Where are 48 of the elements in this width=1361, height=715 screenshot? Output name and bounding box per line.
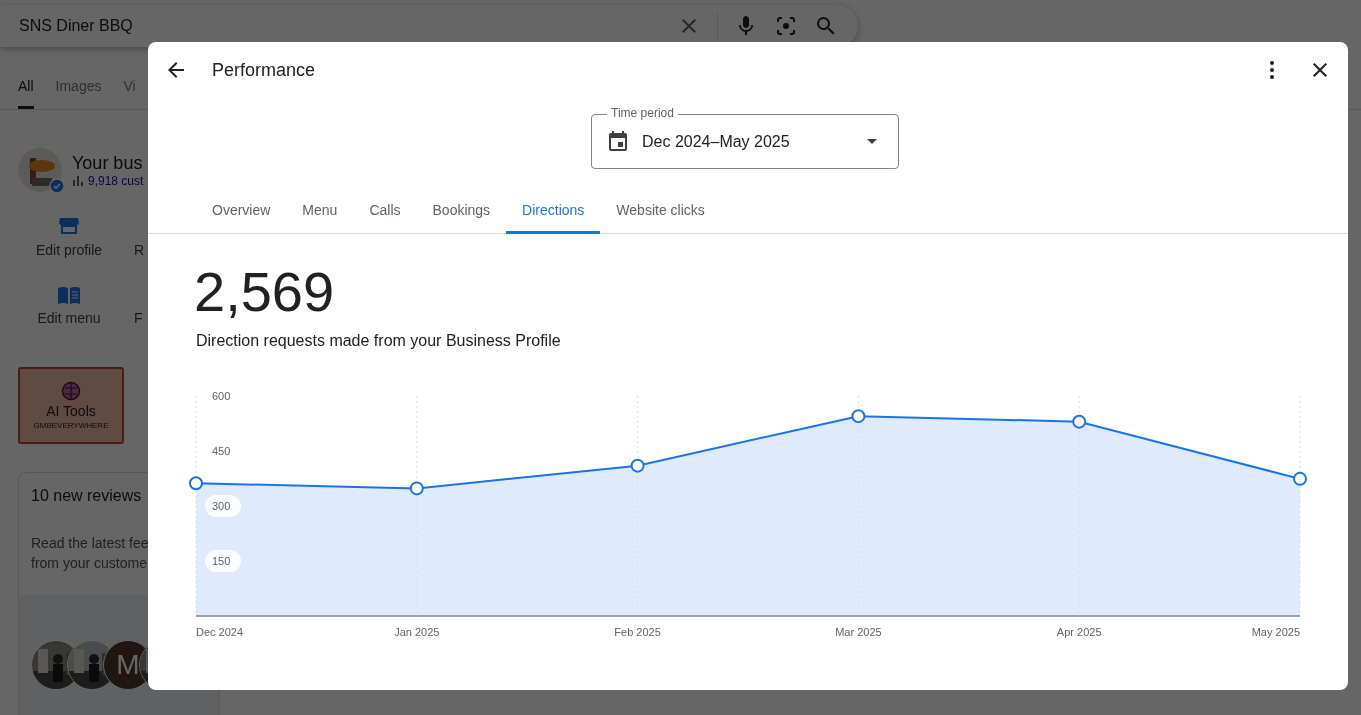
axis-label: Mar 2025	[835, 626, 882, 638]
card-text: Read the latest fee	[31, 534, 149, 553]
ai-tools-button[interactable]: AI Tools GMBEVERYWHERE	[18, 367, 124, 444]
axis-label: Dec 2024	[196, 626, 244, 638]
data-point	[1072, 414, 1087, 429]
action-button[interactable]: R	[134, 242, 145, 258]
tab[interactable]: Bookings	[416, 186, 507, 234]
card-title: 10 new reviews	[31, 487, 142, 505]
data-point	[1293, 471, 1307, 486]
axis-label: Jan 2025	[394, 626, 440, 638]
action-button[interactable]: Edit profile	[18, 216, 120, 258]
action-button[interactable]: F	[134, 310, 143, 326]
tick-label: 450	[212, 445, 231, 457]
axis-label: Feb 2025	[614, 626, 661, 638]
business-title: Your bus	[72, 152, 144, 174]
search-tab[interactable]: Vi	[123, 78, 136, 109]
search-tab[interactable]: Images	[55, 78, 102, 109]
book-icon	[57, 286, 81, 304]
camera-icon[interactable]	[774, 14, 798, 38]
dialog-title: Performance	[212, 59, 317, 81]
tick-label: 150	[205, 550, 241, 572]
y-tick-label: 150	[212, 555, 231, 567]
tick-label: 600	[212, 390, 231, 402]
calendar-icon	[606, 129, 630, 154]
tab[interactable]: Directions	[506, 186, 601, 234]
total-count: 2,569	[194, 260, 335, 324]
tick-label: 300	[205, 495, 241, 517]
data-point	[189, 476, 203, 491]
card-text: from your custome	[31, 554, 147, 573]
search-tab[interactable]: All	[18, 78, 34, 109]
field-label: Time period	[607, 106, 678, 120]
caret-icon	[867, 139, 877, 144]
action-button[interactable]: Edit menu	[18, 286, 120, 326]
axis-label: Apr 2025	[1056, 626, 1102, 638]
search-field[interactable]: SNS Diner BBQ	[0, 5, 858, 47]
y-tick-label: 300	[212, 500, 231, 512]
customer-stat[interactable]: 9,918 cust	[88, 173, 144, 188]
bar-chart-icon	[72, 175, 84, 186]
tab[interactable]: Website clicks	[600, 186, 721, 234]
tab[interactable]: Calls	[353, 186, 417, 234]
data-point	[630, 458, 645, 473]
store-icon	[58, 216, 80, 236]
data-point	[851, 409, 866, 424]
tab[interactable]: Overview	[196, 186, 287, 234]
tab[interactable]: Menu	[286, 186, 354, 234]
metric-description: Direction requests made from your Business Profile	[196, 332, 561, 350]
data-point	[409, 481, 424, 496]
axis-label: May 2025	[1251, 626, 1300, 638]
